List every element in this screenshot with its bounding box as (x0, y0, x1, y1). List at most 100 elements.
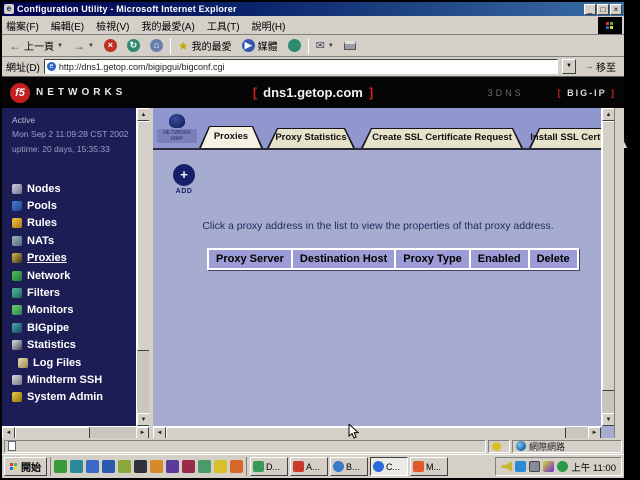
sidebar-item-statistics[interactable]: Statistics (2, 337, 135, 354)
favorites-button[interactable]: ★ 我的最愛 (175, 37, 235, 54)
minimize-button[interactable]: _ (584, 4, 596, 15)
sidebar-item-filters[interactable]: Filters (2, 284, 135, 301)
task-window-button[interactable]: D... (250, 457, 288, 476)
product-3dns-label[interactable]: 3DNS (488, 88, 524, 98)
sidebar-item-pools[interactable]: Pools (2, 197, 135, 214)
taskbar-clock[interactable]: 上午 11:00 (571, 460, 616, 474)
add-label: ADD (171, 188, 197, 195)
back-button[interactable]: ← 上一頁 ▼ (6, 37, 66, 54)
tray-app-icon[interactable] (515, 461, 526, 472)
quicklaunch-icon[interactable] (182, 460, 195, 473)
address-field-wrap: e (44, 59, 558, 74)
sidebar-item-network[interactable]: Network (2, 267, 135, 284)
start-button[interactable]: 開始 (4, 457, 47, 476)
system-tray: 上午 11:00 (495, 457, 622, 476)
media-button[interactable]: ▶ 媒體 (239, 37, 281, 54)
forward-dropdown-icon[interactable]: ▼ (88, 43, 94, 49)
column-delete[interactable]: Delete (530, 250, 577, 268)
back-dropdown-icon[interactable]: ▼ (57, 43, 63, 49)
menu-view[interactable]: 檢視(V) (96, 18, 129, 33)
sidebar-vertical-scrollbar[interactable]: ▲ ▼ (136, 108, 149, 426)
menu-tools[interactable]: 工具(T) (207, 18, 240, 33)
stop-button[interactable]: × (101, 38, 120, 53)
quicklaunch-icon[interactable] (134, 460, 147, 473)
sidebar-menu: Nodes Pools Rules NATs Proxies Network F… (2, 180, 135, 406)
zone-label: 網際網路 (529, 440, 565, 453)
product-bigip-label[interactable]: [ BIG-IP ] (558, 88, 616, 98)
navigation-sidebar: Active Mon Sep 2 11:09:28 CST 2002 uptim… (2, 108, 149, 438)
quicklaunch-icon[interactable] (70, 460, 83, 473)
toolbar-separator (170, 38, 171, 54)
column-enabled[interactable]: Enabled (471, 250, 528, 268)
tray-app-icon[interactable] (543, 461, 554, 472)
quicklaunch-icon[interactable] (166, 460, 179, 473)
column-proxy-type[interactable]: Proxy Type (396, 250, 469, 268)
status-uptime: uptime: 20 days, 15:35:33 (12, 142, 149, 156)
go-button[interactable]: → 移至 (580, 59, 620, 74)
sidebar-item-bigpipe[interactable]: BIGpipe (2, 319, 135, 336)
media-label: 媒體 (258, 38, 278, 53)
column-proxy-server[interactable]: Proxy Server (209, 250, 291, 268)
quicklaunch-icon[interactable] (150, 460, 163, 473)
menu-file[interactable]: 檔案(F) (6, 18, 39, 33)
quicklaunch-icon[interactable] (214, 460, 227, 473)
network-map-button[interactable]: NETWORK MAP (157, 114, 197, 143)
quicklaunch-icon[interactable] (54, 460, 67, 473)
close-button[interactable]: × (610, 4, 622, 15)
menu-edit[interactable]: 編輯(E) (51, 18, 84, 33)
forward-button[interactable]: → ▼ (70, 38, 97, 54)
favorites-icon: ★ (178, 39, 189, 53)
add-proxy-button[interactable]: + ADD (171, 164, 197, 195)
address-input[interactable] (59, 62, 555, 72)
display-icon[interactable] (529, 461, 540, 472)
sidebar-item-rules[interactable]: Rules (2, 215, 135, 232)
sidebar-item-proxies[interactable]: Proxies (2, 250, 135, 267)
history-button[interactable] (285, 38, 304, 53)
task-window-button[interactable]: B... (330, 457, 368, 476)
main-vertical-scrollbar[interactable]: ▲ ▼ (601, 108, 614, 426)
document-icon (8, 441, 16, 451)
print-button[interactable] (341, 40, 359, 51)
sidebar-item-mindterm-ssh[interactable]: Mindterm SSH (2, 371, 135, 388)
volume-icon[interactable] (501, 461, 512, 472)
sidebar-item-nats[interactable]: NATs (2, 232, 135, 249)
task-window-button-active[interactable]: C... (370, 457, 408, 476)
task-window-button[interactable]: M... (410, 457, 448, 476)
maximize-button[interactable]: □ (597, 4, 609, 15)
quicklaunch-icon[interactable] (198, 460, 211, 473)
quicklaunch-icon[interactable] (86, 460, 99, 473)
forward-icon: → (73, 39, 85, 53)
bigip-bracket-right: ] (611, 88, 616, 98)
quicklaunch-icon[interactable] (102, 460, 115, 473)
bracket-right: ] (369, 85, 373, 100)
tray-app-icon[interactable] (557, 461, 568, 472)
tab-create-ssl-certificate-request[interactable]: Create SSL Certificate Request (361, 128, 523, 148)
column-destination-host[interactable]: Destination Host (293, 250, 394, 268)
sidebar-horizontal-scrollbar[interactable]: ◄ ► (2, 426, 149, 438)
browser-toolbar: ← 上一頁 ▼ → ▼ × ↻ ⌂ ★ 我的最愛 ▶ 媒體 ✉ (2, 35, 624, 57)
mail-dropdown-icon[interactable]: ▼ (328, 43, 334, 49)
tab-proxies[interactable]: Proxies (199, 126, 263, 148)
nats-icon (12, 236, 22, 246)
sidebar-item-system-admin[interactable]: System Admin (2, 389, 135, 406)
main-horizontal-scrollbar[interactable]: ◄ ► (153, 426, 601, 438)
task-buttons: D... A... B... C... M... (250, 457, 492, 476)
sidebar-item-monitors[interactable]: Monitors (2, 302, 135, 319)
refresh-button[interactable]: ↻ (124, 38, 143, 53)
menu-help[interactable]: 說明(H) (252, 18, 286, 33)
sidebar-item-nodes[interactable]: Nodes (2, 180, 135, 197)
status-message-pane (4, 440, 486, 453)
sidebar-item-log-files[interactable]: Log Files (2, 354, 135, 371)
taskbar: 開始 D... A... B... C... M... (2, 454, 624, 478)
refresh-icon: ↻ (127, 39, 140, 52)
proxy-table-header: Proxy Server Destination Host Proxy Type… (207, 248, 579, 270)
network-map-label: NETWORK MAP (157, 129, 197, 143)
address-dropdown-icon[interactable]: ▼ (562, 59, 576, 74)
quicklaunch-icon[interactable] (230, 460, 243, 473)
home-button[interactable]: ⌂ (147, 38, 166, 53)
tab-proxy-statistics[interactable]: Proxy Statistics (267, 128, 355, 148)
mail-button[interactable]: ✉ ▼ (313, 38, 337, 53)
quicklaunch-icon[interactable] (118, 460, 131, 473)
menu-favorites[interactable]: 我的最愛(A) (141, 18, 194, 33)
task-window-button[interactable]: A... (290, 457, 328, 476)
